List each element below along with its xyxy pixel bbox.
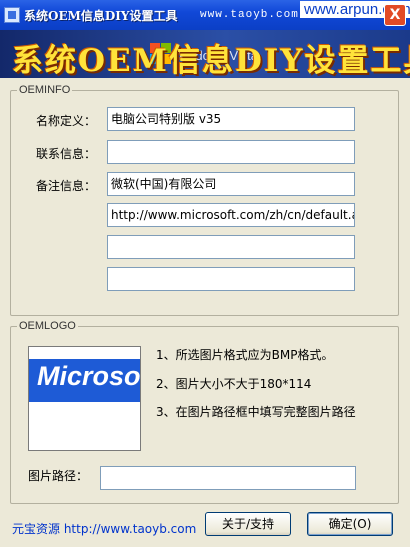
- instruction-1: 1、所选图片格式应为BMP格式。: [156, 348, 334, 362]
- name-field[interactable]: 电脑公司特别版 v35: [107, 107, 355, 131]
- name-label: 名称定义：: [36, 114, 97, 128]
- banner-title: 系统OEM信息DIY设置工具: [12, 43, 410, 78]
- window-title: 系统OEM信息DIY设置工具: [24, 9, 178, 23]
- note-label: 备注信息：: [36, 179, 97, 193]
- image-path-field[interactable]: [100, 466, 356, 490]
- note-field-2[interactable]: http://www.microsoft.com/zh/cn/default.a…: [107, 203, 355, 227]
- oemlogo-legend: OEMLOGO: [19, 320, 76, 332]
- title-bar[interactable]: 系统OEM信息DIY设置工具 www.taoyb.com www.arpun.c…: [0, 0, 410, 30]
- title-url: www.taoyb.com: [200, 9, 299, 21]
- note-field-4[interactable]: [107, 267, 355, 291]
- instruction-2: 2、图片大小不大于180*114: [156, 377, 312, 391]
- close-button[interactable]: X: [384, 4, 406, 26]
- contact-label: 联系信息：: [36, 147, 97, 161]
- oeminfo-legend: OEMINFO: [19, 84, 71, 96]
- path-label: 图片路径：: [28, 469, 89, 483]
- footer-link[interactable]: 元宝资源 http://www.taoyb.com: [12, 520, 196, 537]
- contact-field[interactable]: [107, 140, 355, 164]
- logo-preview-text: Microsoft: [37, 361, 141, 391]
- banner: Windows Vista 系统OEM信息DIY设置工具: [0, 30, 410, 78]
- about-button[interactable]: 关于/支持: [205, 512, 291, 536]
- ok-button[interactable]: 确定(O): [307, 512, 393, 536]
- app-icon: [4, 7, 20, 23]
- note-field-1[interactable]: 微软(中国)有限公司: [107, 172, 355, 196]
- note-field-3[interactable]: [107, 235, 355, 259]
- instruction-3: 3、在图片路径框中填写完整图片路径: [156, 405, 356, 419]
- logo-preview[interactable]: Microsoft: [28, 346, 141, 451]
